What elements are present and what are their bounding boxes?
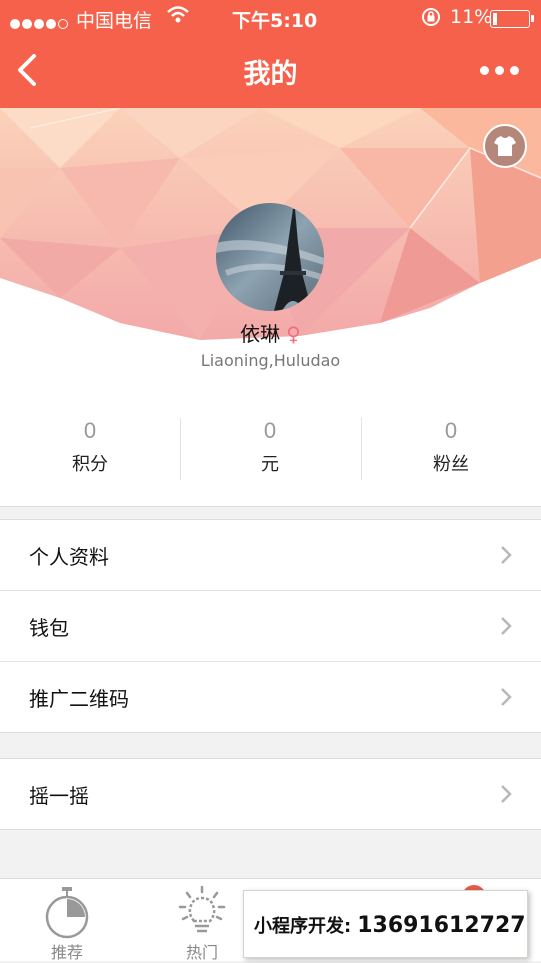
tab-recommend[interactable]: 推荐 xyxy=(17,879,117,962)
nav-bar: 我的 xyxy=(0,36,541,108)
chevron-right-icon xyxy=(501,785,512,803)
stopwatch-icon xyxy=(45,887,89,939)
carrier-name: 中国电信 xyxy=(76,10,153,32)
stats-bar: 0 积分 0 元 0 粉丝 xyxy=(0,390,541,507)
tab-label: 热门 xyxy=(185,943,218,962)
wifi-icon xyxy=(166,4,190,31)
menu-item-profile[interactable]: 个人资料 xyxy=(0,520,541,591)
menu-item-wallet[interactable]: 钱包 xyxy=(0,591,541,662)
promo-phone: 13691612727 xyxy=(357,913,526,938)
status-bar: 中国电信 下午5:10 11% xyxy=(0,0,541,36)
menu-item-label: 推广二维码 xyxy=(29,687,129,711)
chevron-right-icon xyxy=(501,546,512,564)
skin-theme-button[interactable] xyxy=(483,124,527,168)
female-icon: ♀ xyxy=(286,322,301,346)
stat-balance[interactable]: 0 元 xyxy=(180,418,360,476)
stat-label: 元 xyxy=(261,454,279,475)
stat-label: 粉丝 xyxy=(433,454,469,475)
menu-item-label: 钱包 xyxy=(29,616,69,640)
tab-label: 推荐 xyxy=(50,943,83,962)
tab-hot[interactable]: 热门 xyxy=(152,879,252,962)
promo-label: 小程序开发: xyxy=(254,916,352,937)
stat-value: 0 xyxy=(444,418,458,443)
rotation-lock-icon xyxy=(420,6,442,33)
lightbulb-icon xyxy=(178,885,226,933)
menu-item-qrcode[interactable]: 推广二维码 xyxy=(0,662,541,732)
promo-banner: 小程序开发: 13691612727 xyxy=(243,890,528,958)
clock-time: 下午5:10 xyxy=(232,10,318,32)
stat-value: 0 xyxy=(83,418,97,443)
stat-label: 积分 xyxy=(72,454,108,475)
menu-item-label: 摇一摇 xyxy=(29,784,89,808)
profile-name: 依琳 xyxy=(240,322,281,346)
more-icon[interactable] xyxy=(480,66,519,75)
battery-icon xyxy=(490,10,534,28)
avatar[interactable] xyxy=(216,203,324,311)
battery-percent: 11% xyxy=(450,6,493,28)
chevron-right-icon xyxy=(501,617,512,635)
tshirt-icon xyxy=(494,136,516,156)
menu-group-1: 个人资料 钱包 推广二维码 xyxy=(0,519,541,733)
menu-item-shake[interactable]: 摇一摇 xyxy=(0,759,541,829)
menu-item-label: 个人资料 xyxy=(29,545,109,569)
menu-group-2: 摇一摇 xyxy=(0,758,541,830)
signal-icon xyxy=(10,12,70,34)
page-title: 我的 xyxy=(243,59,298,90)
profile-location: Liaoning,Huludao xyxy=(200,351,341,370)
stat-points[interactable]: 0 积分 xyxy=(0,418,180,476)
stat-fans[interactable]: 0 粉丝 xyxy=(361,418,541,476)
stat-value: 0 xyxy=(263,418,277,443)
profile-name-row: 依琳 ♀ xyxy=(0,318,541,347)
chevron-right-icon xyxy=(501,688,512,706)
